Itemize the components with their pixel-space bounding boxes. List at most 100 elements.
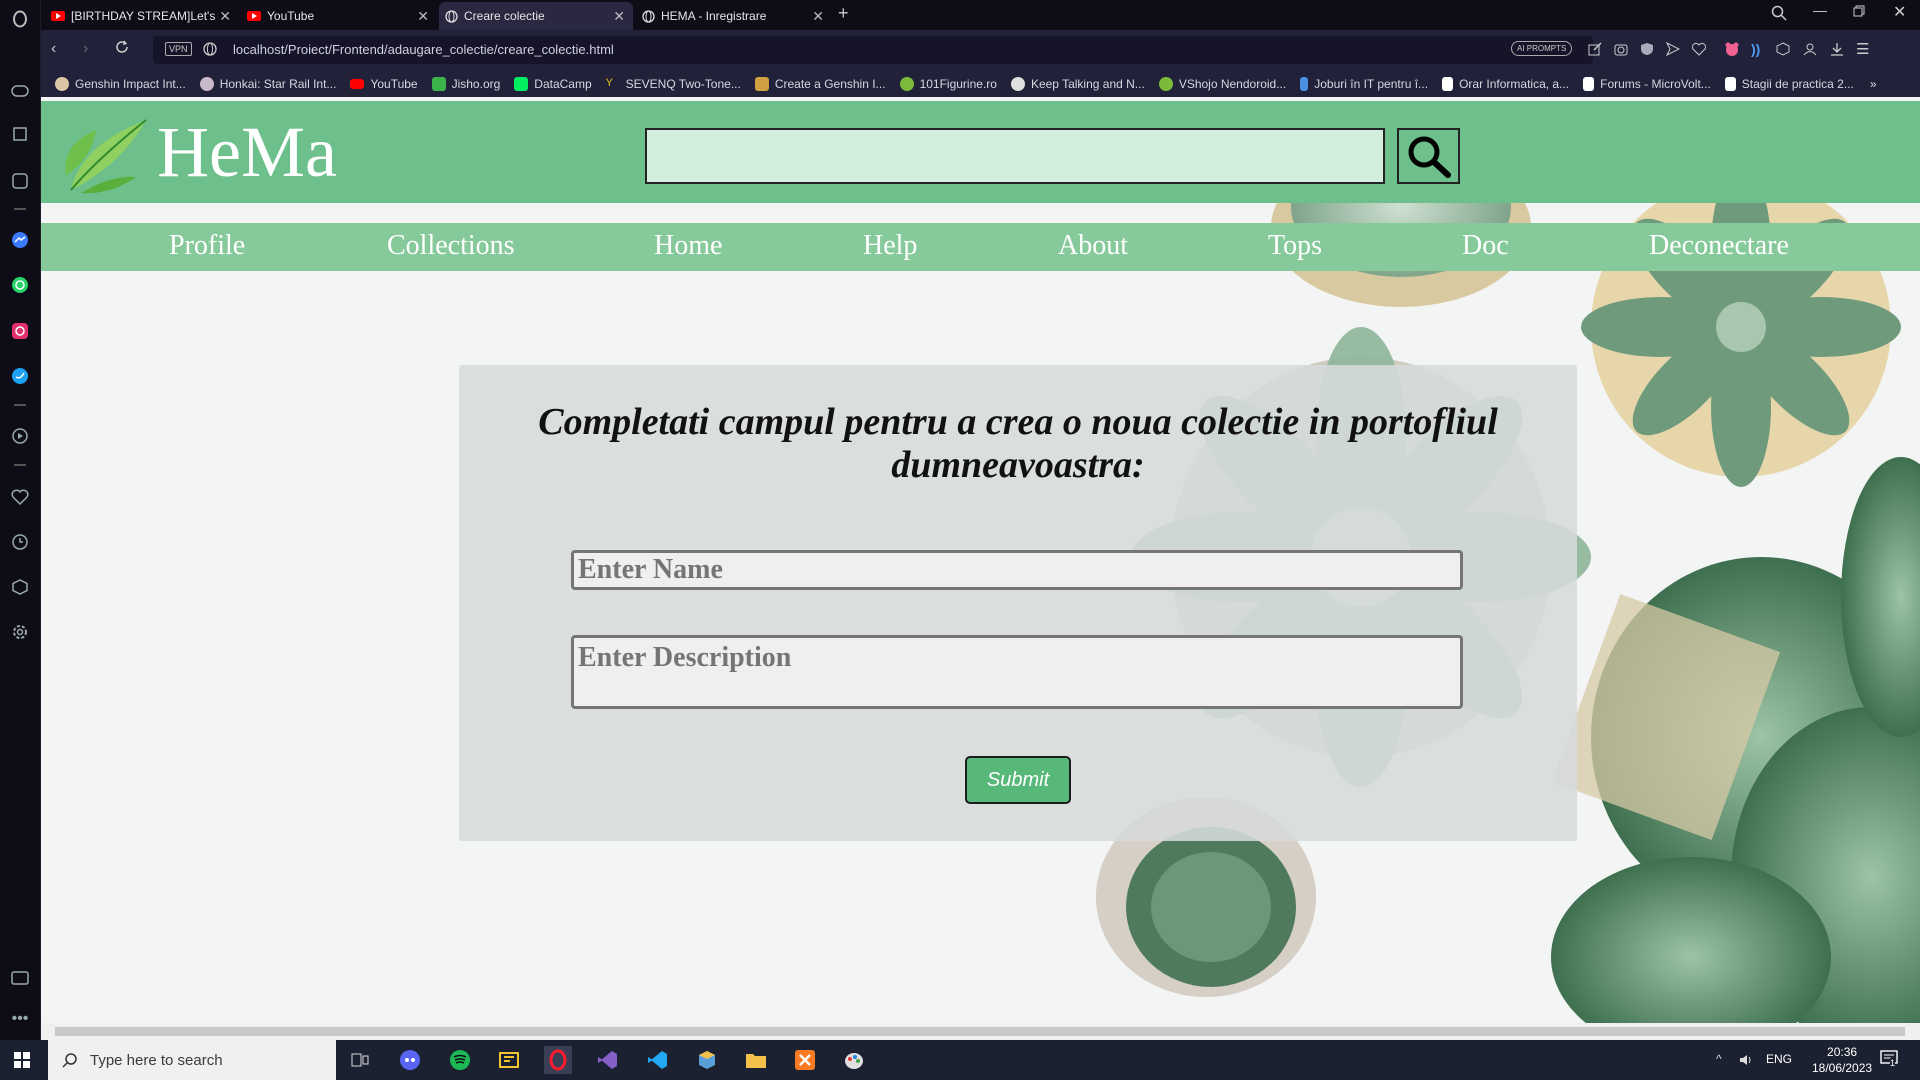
language-indicator[interactable]: ENG bbox=[1766, 1052, 1792, 1066]
close-tab-icon[interactable]: ✕ bbox=[219, 8, 231, 25]
nav-profile[interactable]: Profile bbox=[169, 230, 245, 262]
download-icon[interactable] bbox=[1830, 42, 1844, 61]
bookmark-item[interactable]: Joburi în IT pentru î... bbox=[1300, 76, 1428, 91]
nav-tops[interactable]: Tops bbox=[1268, 230, 1322, 262]
bookmark-item[interactable]: Orar Informatica, a... bbox=[1442, 76, 1569, 91]
submit-button[interactable]: Submit bbox=[965, 756, 1071, 804]
show-hidden-icons[interactable]: ^ bbox=[1716, 1052, 1722, 1066]
cube-icon[interactable] bbox=[1776, 42, 1790, 61]
back-icon[interactable]: ‹ bbox=[51, 40, 56, 58]
url-box[interactable]: VPN localhost/Proiect/Frontend/adaugare_… bbox=[153, 36, 1593, 64]
easy-setup-icon[interactable]: ☰ bbox=[1856, 40, 1869, 58]
edit-icon[interactable] bbox=[1588, 42, 1602, 61]
file-explorer-icon[interactable] bbox=[742, 1046, 770, 1074]
player-icon[interactable] bbox=[9, 425, 31, 447]
close-tab-icon[interactable]: ✕ bbox=[812, 8, 824, 25]
extension-face-icon[interactable] bbox=[1724, 41, 1740, 62]
bookmark-item[interactable]: Honkai: Star Rail Int... bbox=[199, 76, 336, 91]
vscode-icon[interactable] bbox=[643, 1046, 671, 1074]
spotify-icon[interactable] bbox=[446, 1046, 474, 1074]
tab-title: Creare colectie bbox=[464, 9, 545, 23]
brand-logo-text[interactable]: HeMa bbox=[157, 111, 337, 194]
opera-taskbar-icon[interactable] bbox=[544, 1046, 572, 1074]
collection-name-input[interactable] bbox=[571, 550, 1463, 590]
reload-icon[interactable] bbox=[115, 40, 129, 59]
restore-icon[interactable] bbox=[1853, 4, 1865, 22]
task-view-icon[interactable] bbox=[346, 1046, 374, 1074]
bookmarks-more-button[interactable]: » bbox=[1870, 77, 1877, 91]
app-yellow-icon[interactable] bbox=[495, 1046, 523, 1074]
bookmark-item[interactable]: 101Figurine.ro bbox=[899, 76, 997, 91]
twitter-icon[interactable] bbox=[9, 365, 31, 387]
bookmark-item[interactable]: Forums - MicroVolt... bbox=[1583, 76, 1711, 91]
shield-icon[interactable] bbox=[1640, 42, 1654, 61]
whatsapp-icon[interactable] bbox=[9, 274, 31, 296]
bookmark-item[interactable]: Jisho.org bbox=[431, 76, 500, 91]
xampp-icon[interactable] bbox=[791, 1046, 819, 1074]
instagram-alt-icon[interactable] bbox=[9, 170, 31, 192]
send-icon[interactable] bbox=[1665, 41, 1681, 61]
site-nav: Profile Collections Home Help About Tops… bbox=[41, 223, 1920, 271]
system-clock[interactable]: 20:36 18/06/2023 bbox=[1812, 1044, 1872, 1076]
instagram-icon[interactable] bbox=[9, 320, 31, 342]
tab-title: HEMA - Inregistrare bbox=[661, 9, 767, 23]
nav-about[interactable]: About bbox=[1058, 230, 1128, 262]
forward-icon[interactable]: › bbox=[83, 40, 88, 58]
more-options-icon[interactable]: ••• bbox=[9, 1008, 31, 1030]
minimize-icon[interactable]: — bbox=[1813, 2, 1827, 18]
clock-date: 18/06/2023 bbox=[1812, 1061, 1873, 1075]
nav-help[interactable]: Help bbox=[863, 230, 917, 262]
tab-hema-inregistrare[interactable]: HEMA - Inregistrare ✕ bbox=[636, 2, 832, 30]
site-search-input[interactable] bbox=[645, 128, 1385, 184]
nav-collections[interactable]: Collections bbox=[387, 230, 515, 262]
site-info-icon[interactable] bbox=[203, 42, 217, 61]
url-text[interactable]: localhost/Proiect/Frontend/adaugare_cole… bbox=[233, 42, 614, 57]
close-tab-icon[interactable]: ✕ bbox=[613, 8, 625, 25]
bookmark-item[interactable]: Create a Genshin I... bbox=[754, 76, 886, 91]
bookmark-item[interactable]: Keep Talking and N... bbox=[1010, 76, 1145, 91]
nav-doc[interactable]: Doc bbox=[1462, 230, 1509, 262]
paint-icon[interactable] bbox=[840, 1046, 868, 1074]
site-search-button[interactable] bbox=[1397, 128, 1460, 184]
account-icon[interactable] bbox=[1803, 42, 1817, 61]
tab-birthday-stream[interactable]: [BIRTHDAY STREAM]Let's ✕ bbox=[45, 2, 239, 30]
close-tab-icon[interactable]: ✕ bbox=[417, 8, 429, 25]
search-tabs-icon[interactable] bbox=[1771, 5, 1787, 26]
settings-gear-icon[interactable] bbox=[9, 621, 31, 643]
tab-youtube[interactable]: YouTube ✕ bbox=[241, 2, 437, 30]
history-icon[interactable] bbox=[9, 531, 31, 553]
gamepad-icon[interactable] bbox=[9, 80, 31, 102]
visual-studio-icon[interactable] bbox=[593, 1046, 621, 1074]
ai-prompts-button[interactable]: AI PROMPTS bbox=[1511, 41, 1573, 56]
cube-app-icon[interactable] bbox=[693, 1046, 721, 1074]
vpn-badge[interactable]: VPN bbox=[165, 42, 192, 56]
nav-home[interactable]: Home bbox=[654, 230, 722, 262]
close-window-icon[interactable]: ✕ bbox=[1893, 2, 1906, 22]
twitch-icon[interactable] bbox=[9, 124, 31, 146]
windows-start-icon[interactable] bbox=[14, 1052, 30, 1073]
notifications-icon[interactable]: 1 bbox=[1880, 1050, 1900, 1073]
gallery-icon[interactable] bbox=[9, 967, 31, 989]
messenger-icon[interactable] bbox=[9, 229, 31, 251]
taskbar-search[interactable]: Type here to search bbox=[48, 1040, 336, 1080]
snapshot-icon[interactable] bbox=[1614, 42, 1628, 61]
audio-extension-icon[interactable]: )) bbox=[1751, 41, 1760, 57]
new-tab-button[interactable]: + bbox=[838, 3, 849, 24]
bookmark-item[interactable]: DataCamp bbox=[514, 76, 592, 91]
bookmark-item[interactable]: YouTube bbox=[350, 77, 418, 91]
extensions-icon[interactable] bbox=[9, 576, 31, 598]
discord-icon[interactable] bbox=[396, 1046, 424, 1074]
bookmark-item[interactable]: Genshin Impact Int... bbox=[55, 76, 186, 91]
nav-deconectare[interactable]: Deconectare bbox=[1649, 230, 1789, 262]
heart-icon[interactable] bbox=[9, 486, 31, 508]
bookmark-item[interactable]: Stagii de practica 2... bbox=[1724, 76, 1854, 91]
collection-description-input[interactable] bbox=[571, 635, 1463, 709]
opera-menu-icon[interactable] bbox=[9, 8, 31, 30]
tab-creare-colectie[interactable]: Creare colectie ✕ bbox=[439, 2, 633, 30]
scrollbar-thumb[interactable] bbox=[55, 1027, 1905, 1036]
volume-icon[interactable] bbox=[1738, 1052, 1754, 1073]
bookmark-heart-icon[interactable] bbox=[1691, 42, 1707, 61]
bookmark-item[interactable]: Y SEVENQ Two-Tone... bbox=[606, 77, 741, 91]
horizontal-scrollbar[interactable] bbox=[41, 1023, 1920, 1040]
bookmark-item[interactable]: VShojo Nendoroid... bbox=[1158, 76, 1286, 91]
